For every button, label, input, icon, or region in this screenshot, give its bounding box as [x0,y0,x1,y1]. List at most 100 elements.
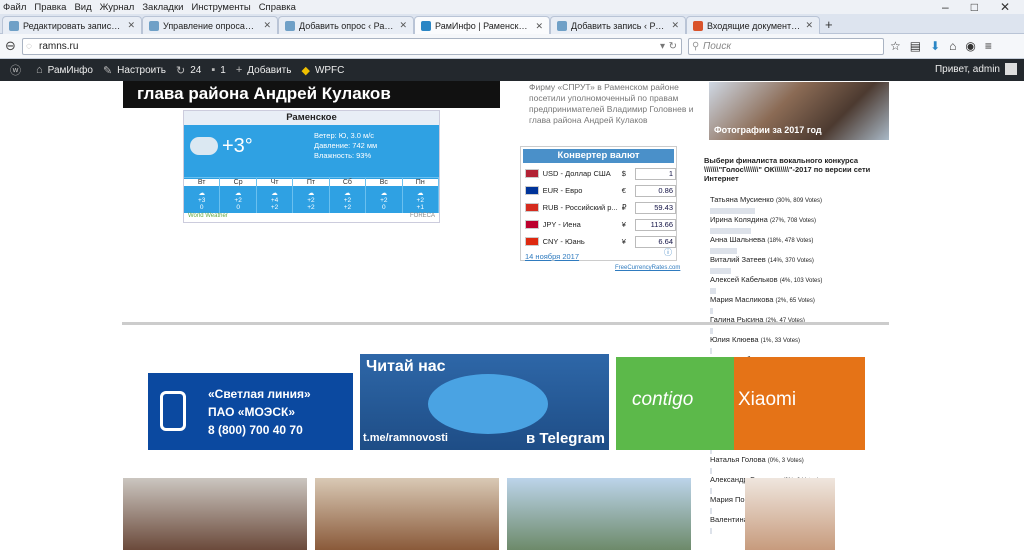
currency-name[interactable]: JPY - Иена [543,220,622,229]
tab-label: Добавить опрос ‹ РамИнфо ... [299,20,395,31]
ad-line-3: 8 (800) 700 40 70 [208,423,303,437]
wp-updates-link[interactable]: ↻ 24 [176,64,201,77]
download-icon[interactable]: ⬇ [930,39,940,53]
poll-votes: (27%, 708 Votes) [769,218,816,224]
telegram-ad[interactable]: Читай нас t.me/ramnovosti в Telegram [360,354,609,450]
close-tab-icon[interactable]: ✕ [127,20,135,31]
currency-name[interactable]: RUB - Российский р... [543,203,622,212]
poll-bar [710,308,713,314]
cloud-icon: ☁ [198,190,205,197]
close-tab-icon[interactable]: ✕ [399,20,407,31]
converter-date[interactable]: 14 ноября 2017 [521,252,676,261]
close-tab-icon[interactable]: ✕ [263,20,271,31]
close-window-icon[interactable]: ✕ [1000,0,1010,14]
navigation-bar: ⊖ ◌ ramns.ru ▾ ↻ ⚲ Поиск ☆ ▤ ⬇ ⌂ ◉ ≡ [0,34,1024,59]
favicon-icon [693,20,703,31]
tab-0[interactable]: Редактировать запись ‹ РамИ... ✕ [2,16,142,34]
new-tab-button[interactable]: + [825,17,833,32]
telegram-icon [428,374,548,434]
news-thumbnail[interactable] [507,478,691,550]
wp-customize-link[interactable]: ✎ Настроить [103,64,166,77]
reading-list-icon[interactable]: ▤ [910,39,921,53]
menu-help[interactable]: Справка [259,2,296,13]
tab-4[interactable]: Добавить запись ‹ РамИнфо ... ✕ [550,16,686,34]
close-tab-icon[interactable]: ✕ [671,20,679,31]
poll-bar [710,468,712,474]
moesk-ad[interactable]: «Светлая линия» ПАО «МОЭСК» 8 (800) 700 … [148,373,353,450]
night-temp: 0 [382,204,386,211]
currency-symbol: ¥ [621,220,626,229]
currency-name[interactable]: CNY - Юань [543,237,622,246]
wp-site-link[interactable]: ⌂ РамИнфо [36,64,93,76]
cloud-icon [190,137,218,155]
weather-brand-left: World Weather [188,213,228,219]
poll-item: Наталья Голова (0%, 3 Votes) [710,455,888,474]
menu-tools[interactable]: Инструменты [191,2,250,13]
currency-value-input[interactable]: 6.64 [635,235,676,248]
url-bar[interactable]: ◌ ramns.ru ▾ ↻ [22,38,682,55]
url-text: ramns.ru [39,41,79,52]
wp-greeting[interactable]: Привет, admin [935,64,1000,75]
chat-icon[interactable]: ◉ [965,39,975,53]
currency-name[interactable]: EUR - Евро [543,186,622,195]
cloud-icon: ☁ [307,190,315,197]
article-teaser[interactable]: Фирму «СПРУТ» в Раменском районе посетил… [529,82,694,126]
tab-1[interactable]: Управление опросами ‹ Рам... ✕ [142,16,278,34]
photo-gallery-link[interactable]: Фотографии за 2017 год [709,82,889,140]
news-thumbnail[interactable] [315,478,499,550]
reload-icon[interactable]: ↻ [669,39,677,54]
currency-value-input[interactable]: 113.66 [635,218,676,231]
currency-name[interactable]: USD - Доллар США [543,169,622,178]
converter-source-link[interactable]: FreeCurrencyRates.com [615,265,680,271]
home-icon: ⌂ [36,64,43,76]
menu-icon[interactable]: ≡ [985,39,992,53]
news-thumbnail[interactable] [123,478,307,550]
bookmark-star-icon[interactable]: ☆ [890,39,901,53]
poll-candidate: Мария Масликова [710,295,774,304]
poll-candidate: Алексей Кабельков [710,275,778,284]
menu-file[interactable]: Файл [3,2,26,13]
night-temp: +2 [270,204,279,211]
site-info-icon[interactable]: ◌ [26,39,32,54]
menu-view[interactable]: Вид [74,2,91,13]
maximize-icon[interactable]: □ [971,0,978,14]
info-icon[interactable]: ⓘ [664,247,672,258]
weather-wind: Ветер: Ю, 3.0 м/с [314,131,375,140]
back-icon[interactable]: ⊖ [5,38,16,54]
day-temp: +2 [343,197,352,204]
day-temp: +2 [307,197,315,204]
menu-bookmarks[interactable]: Закладки [142,2,183,13]
headline-banner[interactable]: глава района Андрей Кулаков [123,81,500,108]
avatar[interactable] [1005,63,1017,75]
forecast-day: Пн ☁ +2 +1 [402,178,439,213]
currency-symbol: $ [621,169,626,178]
currency-value-input[interactable]: 0.86 [635,184,676,197]
home-icon[interactable]: ⌂ [949,39,956,53]
wp-add-new-link[interactable]: + Добавить [236,64,292,76]
currency-row: CNY - Юань ¥6.64 [521,233,676,250]
close-tab-icon[interactable]: ✕ [535,21,543,32]
news-thumbnail[interactable] [745,478,835,550]
search-input[interactable]: ⚲ Поиск [688,38,884,55]
dropdown-icon[interactable]: ▾ [660,39,665,54]
currency-symbol: ¥ [621,237,626,246]
minimize-icon[interactable]: – [942,0,949,14]
close-tab-icon[interactable]: ✕ [805,20,813,31]
contigo-ad[interactable]: contigo Xiaomi [616,357,865,450]
flag-icon [525,237,539,246]
wp-comments-link[interactable]: ▪ 1 [211,64,225,76]
wp-logo-icon[interactable]: ⓦ [10,62,26,78]
tab-5[interactable]: Входящие документы : За... ✕ [686,16,820,34]
poll-bar [710,348,712,354]
night-temp: 0 [199,204,204,211]
refresh-icon: ↻ [176,64,186,77]
currency-value-input[interactable]: 1 [635,167,676,180]
menu-history[interactable]: Журнал [100,2,135,13]
wp-wpfc-link[interactable]: ◆ WPFC [301,64,344,77]
tab-3[interactable]: РамИнфо | Раменское ин... ✕ [414,16,550,35]
day-temp: +2 [416,197,424,204]
currency-value-input[interactable]: 59.43 [635,201,676,214]
tab-2[interactable]: Добавить опрос ‹ РамИнфо ... ✕ [278,16,414,34]
menu-edit[interactable]: Правка [34,2,66,13]
cloud-icon: ☁ [234,190,242,197]
